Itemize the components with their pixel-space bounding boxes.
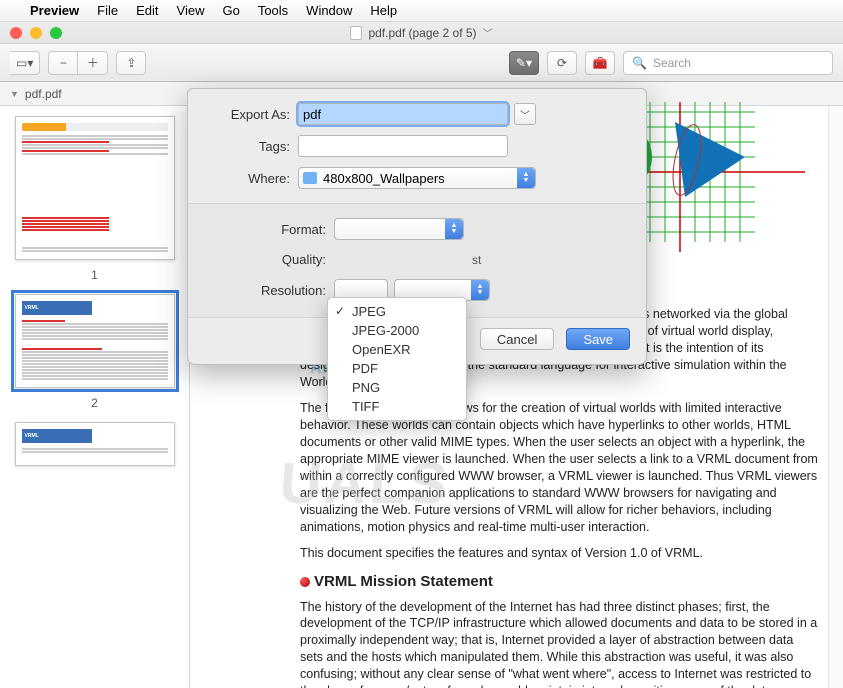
page-thumbnail-1[interactable] [15, 116, 175, 260]
rotate-button[interactable]: ⟳ [547, 51, 577, 75]
format-option-tiff[interactable]: TIFF [328, 397, 466, 416]
zoom-in-icon: ＋ [87, 54, 99, 71]
where-label: Where: [202, 171, 290, 186]
search-field[interactable]: 🔍 Search [623, 51, 833, 75]
search-icon: 🔍 [632, 56, 647, 70]
search-placeholder: Search [653, 56, 691, 70]
folder-icon [303, 172, 317, 184]
share-button[interactable]: ⇪ [116, 51, 146, 75]
title-chevron-icon[interactable]: ﹀ [483, 25, 493, 40]
export-as-label: Export As: [202, 107, 290, 122]
thumbnail-sidebar: 1 VRML 2 VRML [0, 106, 190, 688]
format-option-openexr[interactable]: OpenEXR [328, 340, 466, 359]
page-thumbnail-2[interactable]: VRML [15, 294, 175, 388]
format-dropdown-menu: JPEG JPEG-2000 OpenEXR PDF PNG TIFF [327, 297, 467, 421]
system-menubar: Preview File Edit View Go Tools Window H… [0, 0, 843, 22]
format-option-jpeg[interactable]: JPEG [328, 302, 466, 321]
menu-file[interactable]: File [97, 3, 118, 18]
tags-label: Tags: [202, 139, 290, 154]
doc-paragraph: The history of the development of the In… [300, 599, 819, 688]
annotate-button[interactable]: 🧰 [585, 51, 615, 75]
document-proxy-icon[interactable] [350, 26, 362, 40]
zoom-in-button[interactable]: ＋ [78, 51, 108, 75]
doc-heading: VRML Mission Statement [300, 572, 819, 592]
cancel-button[interactable]: Cancel [480, 328, 554, 350]
format-label: Format: [202, 222, 326, 237]
menu-edit[interactable]: Edit [136, 3, 158, 18]
format-option-jpeg2000[interactable]: JPEG-2000 [328, 321, 466, 340]
app-menu[interactable]: Preview [30, 3, 79, 18]
resolution-label: Resolution: [202, 283, 326, 298]
pencil-icon: ✎▾ [516, 56, 532, 70]
zoom-out-icon: − [60, 56, 67, 70]
save-button[interactable]: Save [566, 328, 630, 350]
menu-go[interactable]: Go [222, 3, 239, 18]
popup-stepper-icon: ▲▼ [517, 168, 535, 188]
disclosure-triangle-icon[interactable]: ▼ [10, 89, 19, 99]
menu-view[interactable]: View [177, 3, 205, 18]
toolbox-icon: 🧰 [593, 56, 608, 70]
export-as-input[interactable] [298, 103, 508, 125]
quality-hint: st [472, 253, 481, 267]
menu-window[interactable]: Window [306, 3, 352, 18]
quality-label: Quality: [202, 252, 326, 267]
expand-save-dialog-button[interactable]: ﹀ [514, 103, 536, 125]
toolbar: ▭▾ − ＋ ⇪ ✎▾ ⟳ 🧰 🔍 Search [0, 44, 843, 82]
format-option-pdf[interactable]: PDF [328, 359, 466, 378]
vertical-scrollbar[interactable] [828, 106, 843, 688]
page-number-1: 1 [10, 268, 179, 282]
menu-tools[interactable]: Tools [258, 3, 288, 18]
page-thumbnail-3[interactable]: VRML [15, 422, 175, 466]
tags-input[interactable] [298, 135, 508, 157]
where-popup[interactable]: 480x800_Wallpapers ▲▼ [298, 167, 536, 189]
format-option-png[interactable]: PNG [328, 378, 466, 397]
markup-button[interactable]: ✎▾ [509, 51, 539, 75]
format-popup[interactable]: ▲▼ [334, 218, 464, 240]
menu-help[interactable]: Help [370, 3, 397, 18]
view-mode-button[interactable]: ▭▾ [10, 51, 40, 75]
doc-paragraph: This document specifies the features and… [300, 545, 819, 562]
chevron-down-icon: ﹀ [520, 107, 530, 122]
window-titlebar: pdf.pdf (page 2 of 5) ﹀ [0, 22, 843, 44]
share-icon: ⇪ [126, 56, 136, 70]
rotate-icon: ⟳ [557, 56, 567, 70]
tab-document[interactable]: pdf.pdf [25, 87, 62, 101]
bullet-icon [300, 577, 310, 587]
zoom-out-button[interactable]: − [48, 51, 78, 75]
window-title: pdf.pdf (page 2 of 5) ﹀ [0, 25, 843, 40]
page-number-2: 2 [10, 396, 179, 410]
where-value: 480x800_Wallpapers [323, 171, 445, 186]
